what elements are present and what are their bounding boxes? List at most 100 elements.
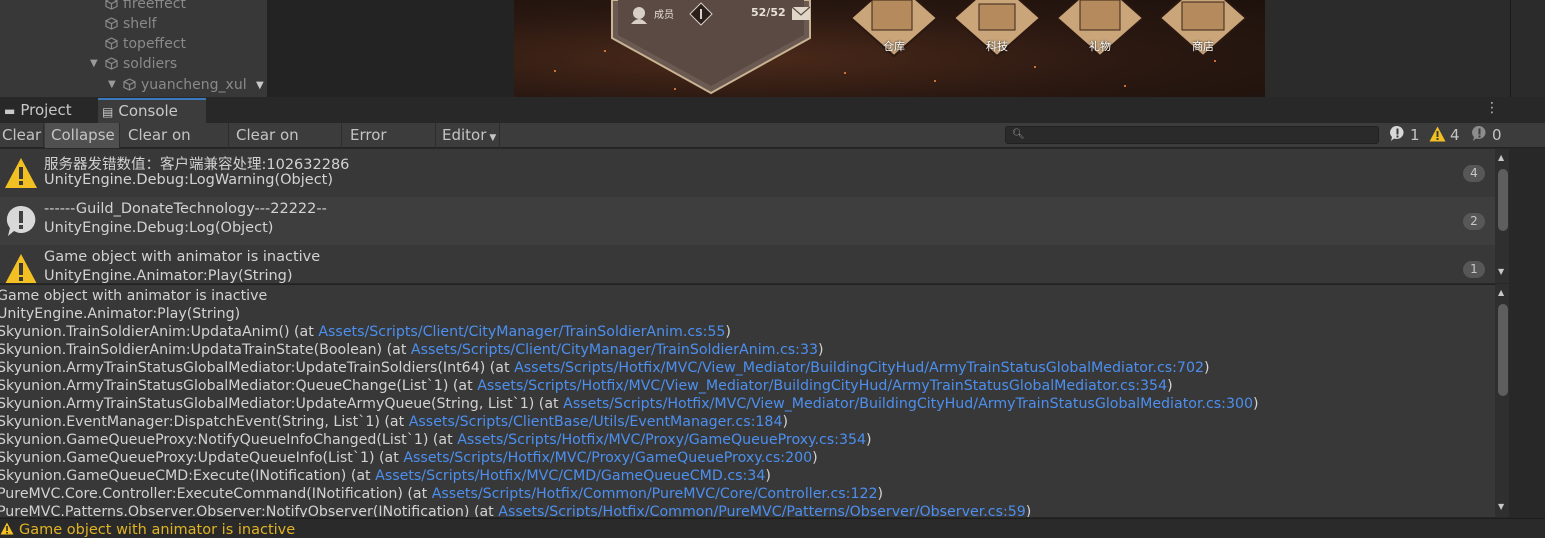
member-label: 成员 bbox=[654, 10, 674, 21]
log-count-badge: 1 bbox=[1463, 261, 1485, 278]
log-message: Game object with animator is inactive bbox=[44, 249, 321, 265]
more-options-icon[interactable]: ⋮ bbox=[1485, 100, 1499, 116]
log-count: 1 bbox=[1410, 126, 1420, 144]
scrollbar-thumb[interactable] bbox=[1498, 304, 1508, 396]
stacktrace-line: Skyunion.GameQueueProxy:UpdateQueueInfo(… bbox=[0, 450, 818, 466]
mail-count: 52/52 bbox=[751, 6, 786, 19]
stacktrace-line: Skyunion.GameQueueCMD:Execute(INotificat… bbox=[0, 468, 771, 484]
log-source: UnityEngine.Debug:LogWarning(Object) bbox=[44, 172, 334, 188]
editor-dropdown-label: Editor bbox=[442, 126, 487, 144]
hierarchy-item-label: yuancheng_xul bbox=[141, 77, 247, 93]
search-icon: 🔍︎ bbox=[1012, 129, 1025, 140]
game-view[interactable]: 成员 52/52 仓库 科技 礼物 商店 bbox=[514, 0, 1265, 97]
gameobject-icon bbox=[105, 57, 118, 70]
source-link[interactable]: Assets/Scripts/Hotfix/MVC/CMD/GameQueueC… bbox=[375, 468, 765, 484]
status-bar[interactable]: Game object with animator is inactive bbox=[0, 518, 1545, 538]
error-count: 0 bbox=[1492, 126, 1502, 144]
warning-filter-toggle[interactable]: 4 bbox=[1429, 123, 1460, 148]
source-link[interactable]: Assets/Scripts/Client/CityManager/TrainS… bbox=[411, 342, 818, 358]
stacktrace-line: PureMVC.Core.Controller:ExecuteCommand(I… bbox=[0, 486, 884, 502]
gameobject-icon bbox=[105, 37, 118, 50]
warning-icon bbox=[5, 254, 37, 283]
log-source: UnityEngine.Animator:Play(String) bbox=[44, 268, 293, 283]
source-link[interactable]: Assets/Scripts/Hotfix/Common/PureMVC/Cor… bbox=[432, 486, 878, 502]
scroll-down-icon[interactable]: ▼ bbox=[1498, 502, 1504, 511]
building-label-gift[interactable]: 礼物 bbox=[1089, 38, 1111, 54]
stacktrace-line: Skyunion.ArmyTrainStatusGlobalMediator:Q… bbox=[0, 378, 1173, 394]
building-label-warehouse[interactable]: 仓库 bbox=[883, 38, 905, 54]
hierarchy-item[interactable]: ▼ yuancheng_xul bbox=[108, 75, 247, 95]
building-label-tech[interactable]: 科技 bbox=[986, 38, 1008, 54]
source-link[interactable]: Assets/Scripts/Hotfix/MVC/Proxy/GameQueu… bbox=[403, 450, 812, 466]
error-pause-toggle[interactable]: Error Pause bbox=[343, 123, 436, 169]
log-source: UnityEngine.Debug:Log(Object) bbox=[44, 220, 274, 236]
stacktrace-line: Skyunion.ArmyTrainStatusGlobalMediator:U… bbox=[0, 396, 1259, 412]
prefab-icon bbox=[123, 78, 136, 91]
tab-project-label: Project bbox=[20, 101, 72, 119]
error-icon bbox=[1472, 125, 1486, 141]
source-link[interactable]: Assets/Scripts/Hotfix/MVC/View_Mediator/… bbox=[563, 396, 1253, 412]
warning-icon bbox=[1429, 126, 1446, 142]
log-entry[interactable]: 服务器发错数值：客户端兼容处理:102632286 UnityEngine.De… bbox=[0, 149, 1495, 197]
editor-dropdown[interactable]: Editor ▼ bbox=[437, 123, 500, 148]
tab-project[interactable]: ▬ Project bbox=[0, 98, 96, 123]
console-toolbar: Clear Collapse Clear on Play Clear on Bu… bbox=[0, 123, 1545, 169]
hierarchy-item[interactable]: shelf bbox=[105, 14, 157, 34]
scroll-up-icon[interactable]: ▲ bbox=[1498, 153, 1504, 162]
clear-on-play-toggle[interactable]: Clear on Play bbox=[121, 123, 229, 169]
gameobject-icon bbox=[105, 0, 118, 10]
hierarchy-item[interactable]: fireeffect bbox=[105, 0, 186, 14]
stacktrace-panel: Game object with animator is inactive Un… bbox=[0, 284, 1495, 517]
source-link[interactable]: Assets/Scripts/Hotfix/MVC/View_Mediator/… bbox=[477, 378, 1167, 394]
log-entry[interactable]: Game object with animator is inactive Un… bbox=[0, 245, 1495, 283]
clear-on-build-toggle[interactable]: Clear on Build bbox=[230, 123, 342, 169]
tab-console[interactable]: ▤ Console bbox=[98, 98, 206, 123]
dropdown-arrow-icon: ▼ bbox=[489, 133, 497, 143]
hierarchy-item-label: shelf bbox=[123, 16, 157, 32]
stacktrace-line: Skyunion.TrainSoldierAnim:UpdataAnim() (… bbox=[0, 324, 731, 340]
console-icon: ▤ bbox=[102, 105, 114, 119]
error-filter-toggle[interactable]: 0 bbox=[1471, 123, 1502, 148]
hierarchy-item[interactable]: ▼ soldiers bbox=[90, 54, 178, 74]
stacktrace-line: Skyunion.TrainSoldierAnim:UpdataTrainSta… bbox=[0, 342, 824, 358]
scrollbar-thumb[interactable] bbox=[1498, 169, 1508, 231]
clear-button[interactable]: Clear bbox=[0, 123, 44, 148]
log-list-scrollbar[interactable]: ▲ ▼ bbox=[1495, 149, 1509, 283]
stacktrace-line: Skyunion.EventManager:DispatchEvent(Stri… bbox=[0, 414, 789, 430]
source-link[interactable]: Assets/Scripts/Hotfix/MVC/View_Mediator/… bbox=[514, 360, 1204, 376]
tab-bar: ▬ Project ▤ Console ⋮ bbox=[0, 98, 1545, 123]
stacktrace-scrollbar[interactable]: ▲ ▼ bbox=[1495, 284, 1509, 517]
scroll-down-icon[interactable]: ▼ bbox=[256, 80, 264, 91]
expand-arrow-icon[interactable]: ▼ bbox=[108, 75, 116, 95]
log-entry[interactable]: ------Guild_DonateTechnology---22222-- U… bbox=[0, 197, 1495, 245]
stacktrace-line: Skyunion.ArmyTrainStatusGlobalMediator:U… bbox=[0, 360, 1210, 376]
warning-icon bbox=[5, 158, 37, 188]
hierarchy-item-label: soldiers bbox=[123, 56, 178, 72]
tab-console-label: Console bbox=[118, 102, 178, 120]
expand-arrow-icon[interactable]: ▼ bbox=[90, 54, 98, 74]
log-message: ------Guild_DonateTechnology---22222-- bbox=[44, 201, 327, 217]
collapse-toggle[interactable]: Collapse bbox=[45, 123, 120, 148]
source-link[interactable]: Assets/Scripts/Hotfix/Common/PureMVC/Pat… bbox=[498, 504, 1026, 517]
warning-count: 4 bbox=[1450, 126, 1460, 144]
log-count-badge: 4 bbox=[1463, 165, 1485, 182]
hierarchy-item-label: topeffect bbox=[123, 36, 186, 52]
log-filter-toggle[interactable]: 1 bbox=[1389, 123, 1420, 148]
top-area: fireeffect shelf topeffect ▼ soldiers ▼ … bbox=[0, 0, 1545, 97]
source-link[interactable]: Assets/Scripts/ClientBase/Utils/EventMan… bbox=[409, 414, 783, 430]
scroll-down-icon[interactable]: ▼ bbox=[1498, 267, 1504, 276]
hierarchy-item[interactable]: topeffect bbox=[105, 34, 186, 54]
warning-icon bbox=[0, 522, 14, 535]
hierarchy-panel: fireeffect shelf topeffect ▼ soldiers ▼ … bbox=[0, 0, 268, 97]
log-count-badge: 2 bbox=[1463, 213, 1485, 230]
source-link[interactable]: Assets/Scripts/Client/CityManager/TrainS… bbox=[318, 324, 725, 340]
hierarchy-item-label: fireeffect bbox=[123, 0, 186, 12]
building-label-shop[interactable]: 商店 bbox=[1192, 38, 1214, 54]
gameobject-icon bbox=[105, 17, 118, 30]
scroll-up-icon[interactable]: ▲ bbox=[1498, 288, 1504, 297]
log-message: 服务器发错数值：客户端兼容处理:102632286 bbox=[44, 157, 350, 173]
search-field[interactable]: 🔍︎ bbox=[1005, 126, 1379, 144]
info-speech-icon bbox=[6, 205, 36, 236]
log-list: 服务器发错数值：客户端兼容处理:102632286 UnityEngine.De… bbox=[0, 149, 1495, 283]
source-link[interactable]: Assets/Scripts/Hotfix/MVC/Proxy/GameQueu… bbox=[457, 432, 866, 448]
